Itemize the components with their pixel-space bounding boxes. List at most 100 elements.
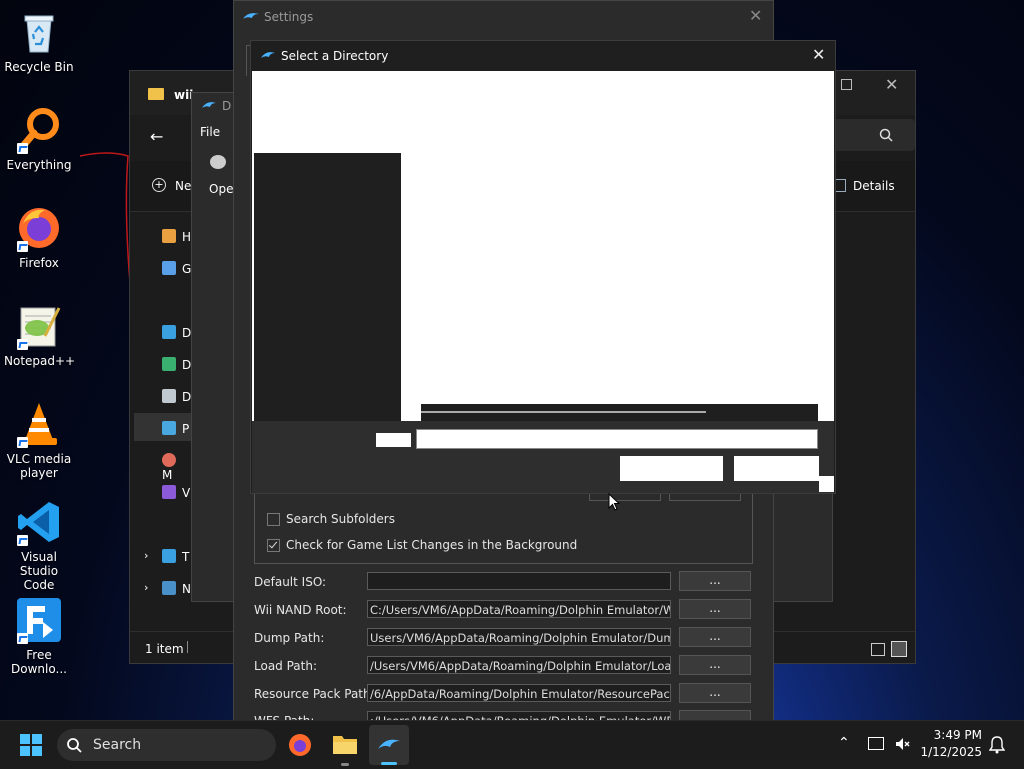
dump-path-browse-button[interactable]: ... (679, 627, 751, 647)
nav-item-home[interactable]: H (162, 229, 191, 244)
resize-grip[interactable] (819, 476, 834, 492)
desktop-icon-everything[interactable]: Everything (4, 106, 74, 172)
desktop-icon-recycle-bin[interactable]: Recycle Bin (4, 8, 74, 74)
nav-item-pictures[interactable]: P (162, 421, 189, 436)
default-iso-browse-button[interactable]: ... (679, 571, 751, 591)
nav-label: D (182, 326, 192, 340)
music-icon (162, 453, 176, 467)
settings-title: Settings (264, 10, 314, 24)
open-folder-icon (210, 155, 226, 169)
chevron-up-icon[interactable]: ⌃ (838, 735, 850, 751)
desktop-icon-firefox[interactable]: Firefox (4, 204, 74, 270)
close-icon[interactable]: ✕ (812, 47, 825, 63)
wallpaper-red-stroke (79, 152, 131, 284)
shortcut-arrow-icon (17, 241, 28, 252)
nav-item-downloads[interactable]: D (162, 357, 191, 372)
computer-icon (162, 549, 176, 563)
everything-icon (15, 106, 63, 154)
wii-nand-root-label: Wii NAND Root: (254, 603, 347, 617)
desktop-icon-vscode[interactable]: Visual Studio Code (4, 498, 74, 592)
nav-label: V (182, 486, 191, 500)
desktop-icon-label: Visual Studio Code (19, 550, 59, 592)
dolphin-icon (378, 739, 400, 749)
desktop-icon-vlc[interactable]: VLC media player (4, 400, 74, 480)
check-game-list-label: Check for Game List Changes in the Backg… (286, 538, 578, 552)
dump-path-field[interactable]: Users/VM6/AppData/Roaming/Dolphin Emulat… (367, 628, 671, 646)
network-icon (162, 581, 176, 595)
desktop-icon-label: Everything (6, 158, 72, 172)
download-icon (162, 357, 176, 371)
desktop-icon (162, 325, 176, 339)
nav-label: M (162, 468, 173, 482)
nav-item-desktop[interactable]: D (162, 325, 191, 340)
nav-item-network[interactable]: N (162, 581, 191, 596)
scrollbar-thumb[interactable] (421, 411, 706, 413)
taskbar-search-box[interactable]: Search (57, 729, 276, 761)
desktop-icon-label: Notepad++ (4, 354, 76, 368)
cancel-button[interactable] (734, 456, 819, 481)
taskbar-dolphin-button[interactable] (369, 725, 409, 765)
taskbar-firefox-icon[interactable] (288, 733, 312, 757)
check-game-list-checkbox[interactable] (267, 539, 280, 552)
dialog-horizontal-scrollbar[interactable] (421, 404, 818, 421)
close-icon[interactable]: ✕ (749, 8, 762, 24)
status-divider (187, 641, 188, 653)
search-box[interactable] (833, 119, 915, 151)
open-button[interactable]: Ope (209, 182, 233, 196)
nav-item-music[interactable]: M (162, 453, 192, 482)
nav-label: D (182, 358, 192, 372)
document-icon (162, 389, 176, 403)
vlc-cone-icon (15, 400, 63, 448)
default-iso-label: Default ISO: (254, 575, 327, 589)
taskbar-file-explorer-icon[interactable] (332, 733, 358, 755)
nav-item-gallery[interactable]: G (162, 261, 191, 276)
network-icon[interactable] (868, 737, 884, 750)
close-icon[interactable]: ✕ (885, 77, 898, 93)
item-count: 1 item (145, 642, 184, 656)
volume-muted-icon[interactable] (894, 736, 910, 752)
desktop-icon-free-download-manager[interactable]: Free Downlo... (4, 596, 74, 676)
shortcut-arrow-icon (17, 633, 28, 644)
active-indicator (381, 762, 397, 765)
file-menu[interactable]: File (200, 125, 220, 139)
nav-label: H (182, 230, 192, 244)
details-view-icon[interactable] (871, 643, 885, 656)
dialog-nav-pane[interactable] (254, 153, 401, 421)
resource-pack-path-field[interactable]: /6/AppData/Roaming/Dolphin Emulator/Reso… (367, 684, 671, 702)
nav-item-documents[interactable]: D (162, 389, 191, 404)
load-path-label: Load Path: (254, 659, 318, 673)
nav-item-videos[interactable]: V (162, 485, 190, 500)
start-windows-icon[interactable] (20, 734, 42, 756)
nav-item-this-pc[interactable]: T (162, 549, 189, 564)
tiles-view-icon[interactable] (891, 641, 907, 657)
chevron-right-icon[interactable]: › (144, 549, 148, 562)
search-subfolders-checkbox[interactable] (267, 513, 280, 526)
wii-nand-root-browse-button[interactable]: ... (679, 599, 751, 619)
new-plus-icon: + (152, 178, 166, 192)
nav-label: D (182, 390, 192, 404)
maximize-icon[interactable] (841, 79, 852, 90)
background-dialog-title: D (222, 99, 232, 113)
select-folder-button[interactable] (620, 456, 723, 481)
select-directory-dialog[interactable]: Select a Directory ✕ (250, 40, 836, 494)
wii-nand-root-field[interactable]: C:/Users/VM6/AppData/Roaming/Dolphin Emu… (367, 600, 671, 618)
details-button[interactable]: Details (853, 179, 895, 193)
back-arrow-icon[interactable]: ← (150, 127, 163, 146)
clock-time[interactable]: 3:49 PM (922, 728, 982, 742)
load-path-browse-button[interactable]: ... (679, 655, 751, 675)
resource-pack-path-browse-button[interactable]: ... (679, 683, 751, 703)
folder-name-input[interactable] (416, 429, 818, 449)
desktop-icon-label: VLC media player (6, 452, 72, 480)
taskbar: Search ⌃ 3:49 PM 1/12/2025 (0, 720, 1024, 769)
load-path-field[interactable]: /Users/VM6/AppData/Roaming/Dolphin Emula… (367, 656, 671, 674)
shortcut-arrow-icon (17, 437, 28, 448)
dialog-bottom-panel (252, 421, 834, 493)
clock-date[interactable]: 1/12/2025 (918, 745, 982, 759)
default-iso-field[interactable] (367, 572, 671, 590)
notepadpp-icon (15, 302, 63, 350)
chevron-right-icon[interactable]: › (144, 581, 148, 594)
desktop-icon-notepadpp[interactable]: Notepad++ (4, 302, 76, 368)
shortcut-arrow-icon (17, 535, 28, 546)
gallery-icon (162, 261, 176, 275)
notification-bell-icon[interactable] (989, 736, 1005, 754)
